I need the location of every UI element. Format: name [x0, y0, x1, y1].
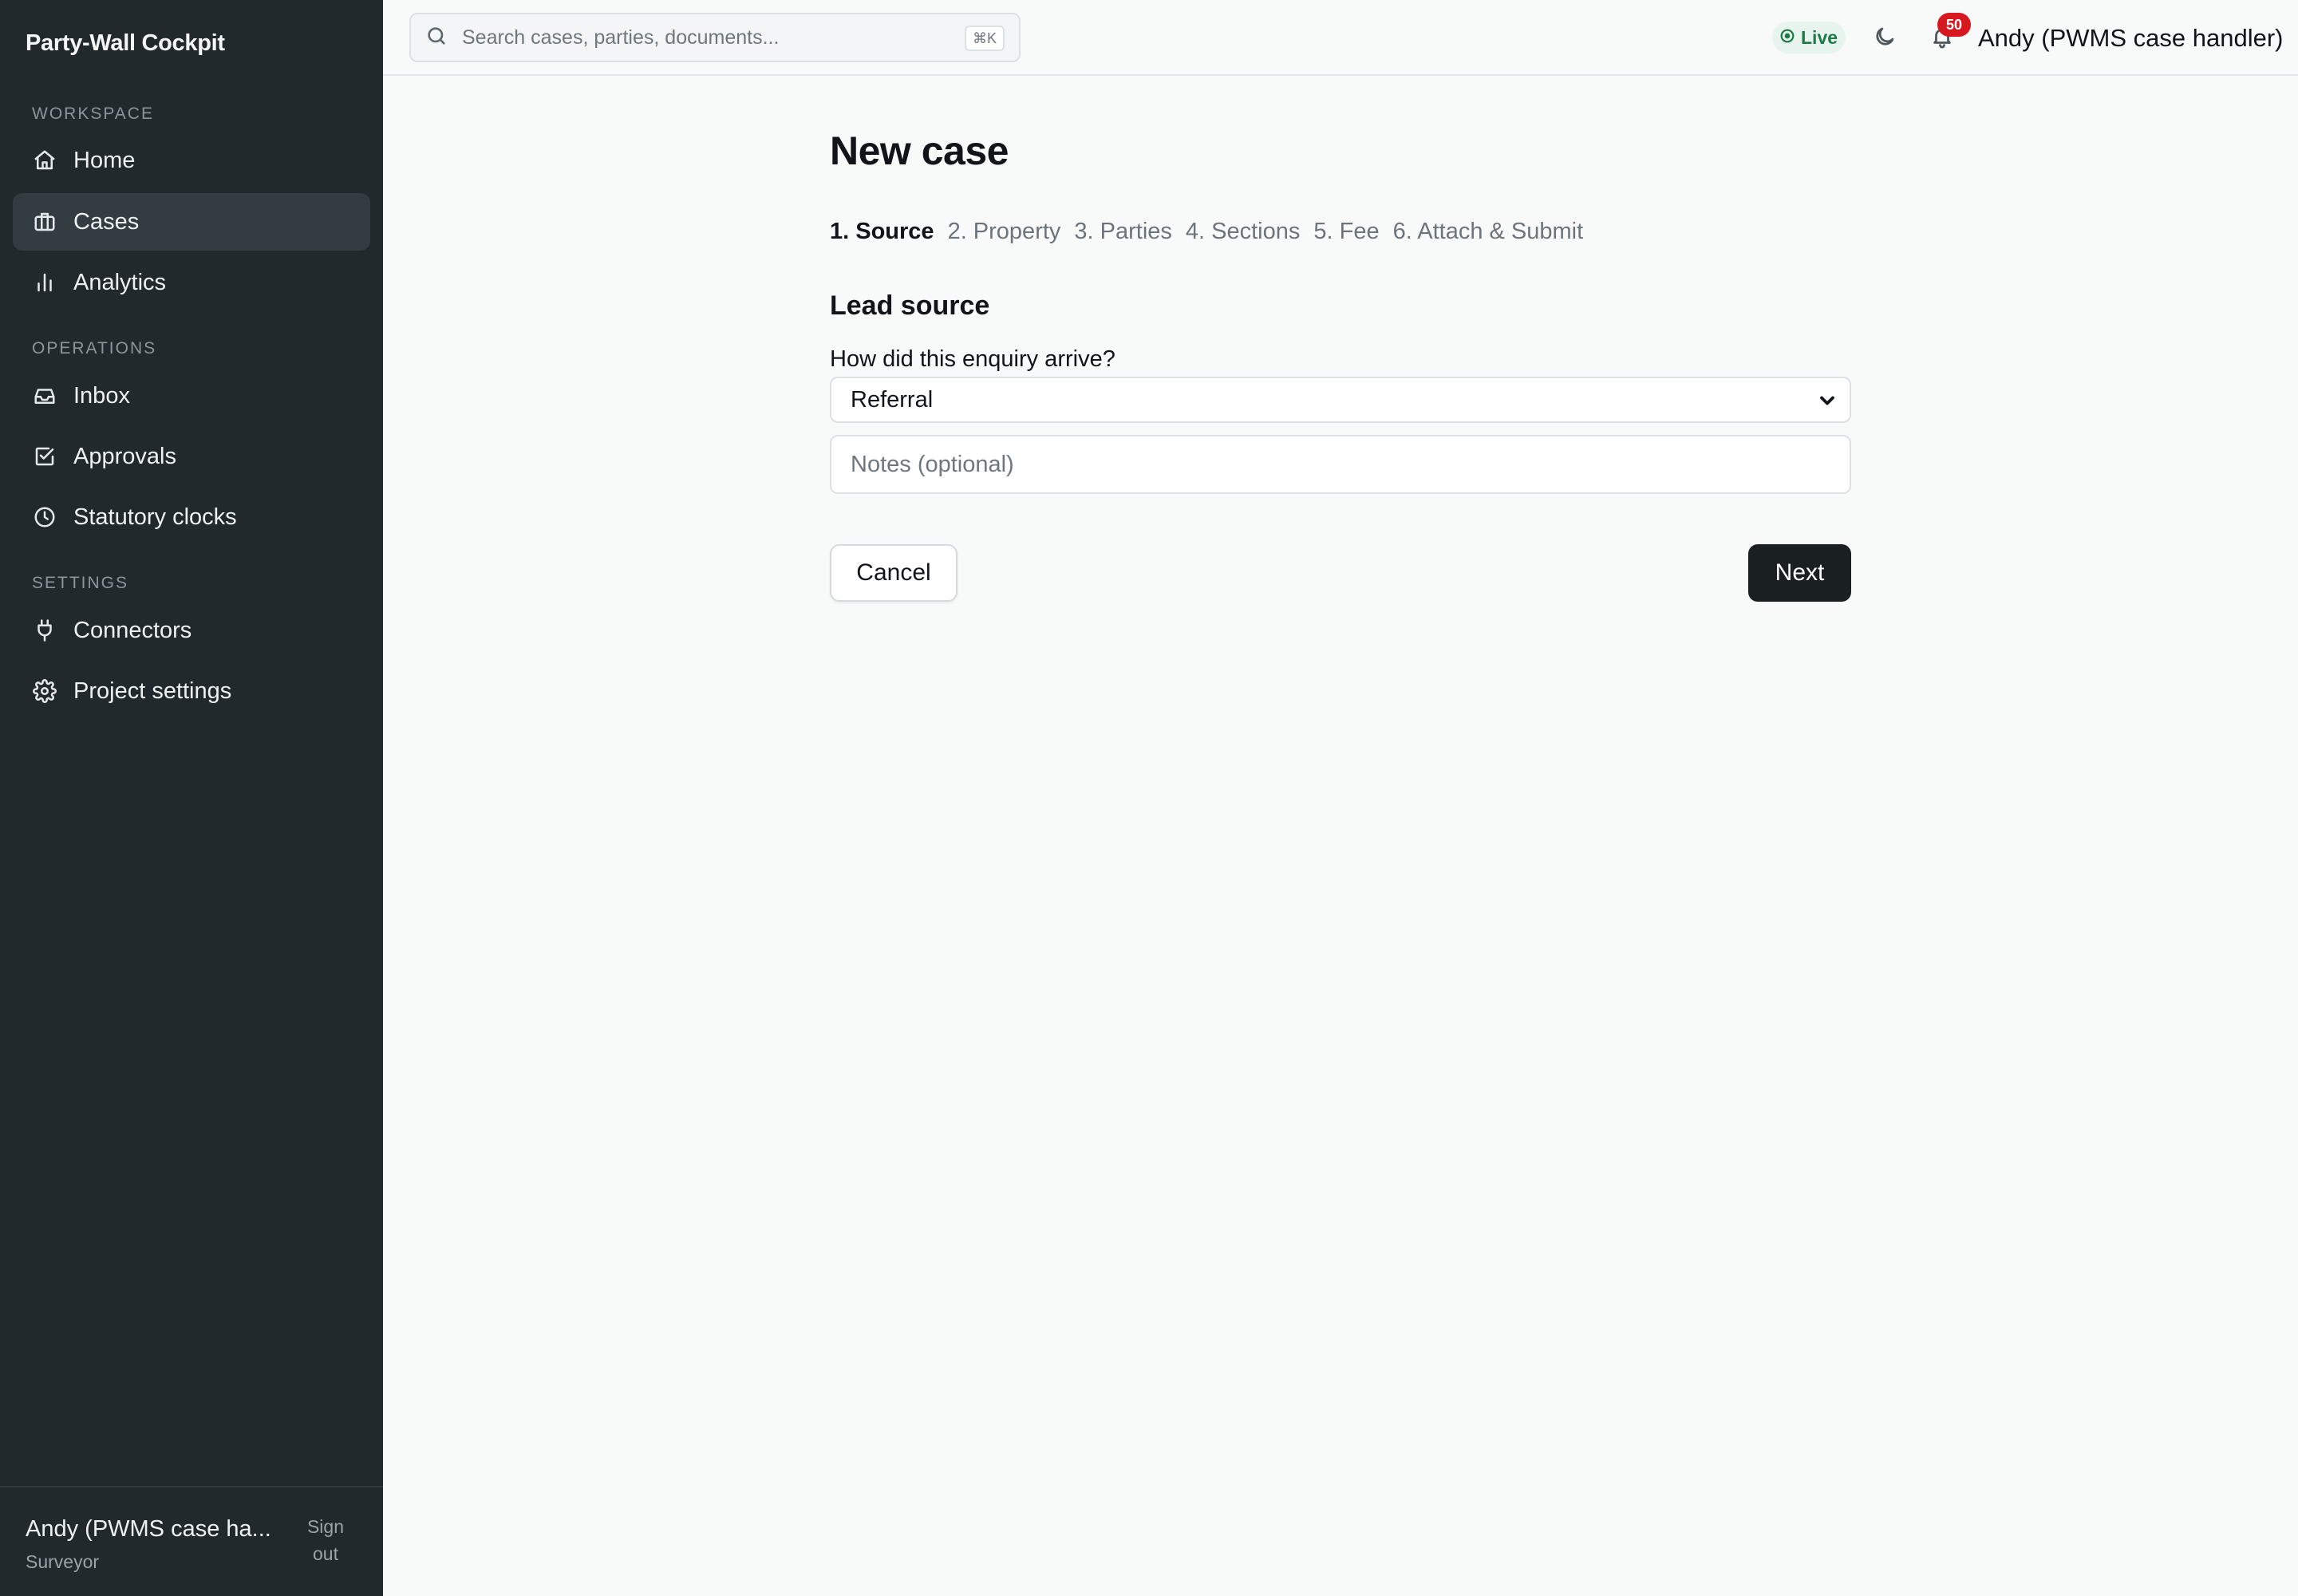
- search-input[interactable]: Search cases, parties, documents... ⌘K: [409, 13, 1021, 62]
- home-icon: [32, 148, 57, 173]
- notification-count-badge: 50: [1937, 13, 1971, 37]
- topbar: Search cases, parties, documents... ⌘K L…: [383, 0, 2298, 76]
- sidebar-item-label: Approvals: [73, 443, 176, 469]
- check-square-icon: [32, 444, 57, 469]
- sidebar-item-connectors[interactable]: Connectors: [13, 602, 370, 659]
- next-button[interactable]: Next: [1748, 544, 1851, 602]
- sign-out-label-line2: out: [313, 1543, 338, 1564]
- chevron-down-icon: [1816, 389, 1838, 416]
- theme-toggle-button[interactable]: [1869, 22, 1901, 54]
- sidebar-item-label: Home: [73, 147, 136, 173]
- live-status-badge: Live: [1772, 22, 1846, 53]
- clock-icon: [32, 504, 57, 530]
- sidebar-item-label: Connectors: [73, 617, 192, 643]
- search-shortcut-hint: ⌘K: [964, 26, 1005, 51]
- lead-source-label: How did this enquiry arrive?: [830, 346, 1115, 372]
- live-status-label: Live: [1801, 26, 1838, 48]
- step-attach-submit[interactable]: 6. Attach & Submit: [1393, 219, 1584, 245]
- sidebar-item-label: Analytics: [73, 269, 167, 295]
- briefcase-icon: [32, 209, 57, 235]
- sidebar-item-approvals[interactable]: Approvals: [13, 428, 370, 485]
- section-title: Lead source: [830, 290, 990, 321]
- sidebar-item-label: Cases: [73, 208, 140, 235]
- notes-input[interactable]: [830, 435, 1851, 494]
- lead-source-value: Referral: [851, 386, 934, 413]
- step-fee[interactable]: 5. Fee: [1313, 219, 1379, 245]
- live-indicator-icon: [1779, 27, 1796, 49]
- step-sections[interactable]: 4. Sections: [1186, 219, 1300, 245]
- section-label-settings: SETTINGS: [32, 574, 129, 592]
- inbox-icon: [32, 383, 57, 409]
- sidebar-item-analytics[interactable]: Analytics: [13, 254, 370, 311]
- footer-user-role: Surveyor: [26, 1551, 100, 1572]
- step-property[interactable]: 2. Property: [948, 219, 1061, 245]
- plug-icon: [32, 618, 57, 643]
- sidebar-item-cases[interactable]: Cases: [13, 193, 370, 251]
- bar-chart-icon: [32, 270, 57, 295]
- cancel-button[interactable]: Cancel: [830, 544, 958, 602]
- search-placeholder: Search cases, parties, documents...: [462, 26, 780, 49]
- wizard-steps: 1. Source 2. Property 3. Parties 4. Sect…: [830, 219, 1583, 245]
- sidebar-footer: Andy (PWMS case ha... Surveyor Sign out: [0, 1486, 383, 1596]
- section-label-workspace: WORKSPACE: [32, 105, 154, 123]
- sign-out-button[interactable]: Sign out: [297, 1513, 354, 1567]
- lead-source-select[interactable]: Referral: [830, 377, 1851, 423]
- step-source[interactable]: 1. Source: [830, 219, 934, 245]
- sidebar-item-project-settings[interactable]: Project settings: [13, 662, 370, 720]
- sidebar-item-statutory-clocks[interactable]: Statutory clocks: [13, 488, 370, 546]
- footer-user-name: Andy (PWMS case ha...: [26, 1516, 271, 1542]
- sidebar-item-label: Inbox: [73, 382, 130, 409]
- app-brand[interactable]: Party-Wall Cockpit: [26, 30, 225, 57]
- section-label-operations: OPERATIONS: [32, 339, 157, 358]
- sidebar-item-inbox[interactable]: Inbox: [13, 367, 370, 425]
- user-menu[interactable]: Andy (PWMS case handler): [1978, 24, 2283, 53]
- gear-icon: [32, 678, 57, 704]
- sidebar-item-home[interactable]: Home: [13, 132, 370, 189]
- search-icon: [425, 25, 448, 51]
- sidebar-item-label: Statutory clocks: [73, 504, 237, 530]
- sign-out-label-line1: Sign: [306, 1516, 345, 1537]
- sidebar: Party-Wall Cockpit WORKSPACE Home Cases …: [0, 0, 383, 1596]
- step-parties[interactable]: 3. Parties: [1074, 219, 1172, 245]
- page-title: New case: [830, 128, 1009, 173]
- sidebar-item-label: Project settings: [73, 678, 232, 704]
- moon-icon: [1873, 25, 1897, 53]
